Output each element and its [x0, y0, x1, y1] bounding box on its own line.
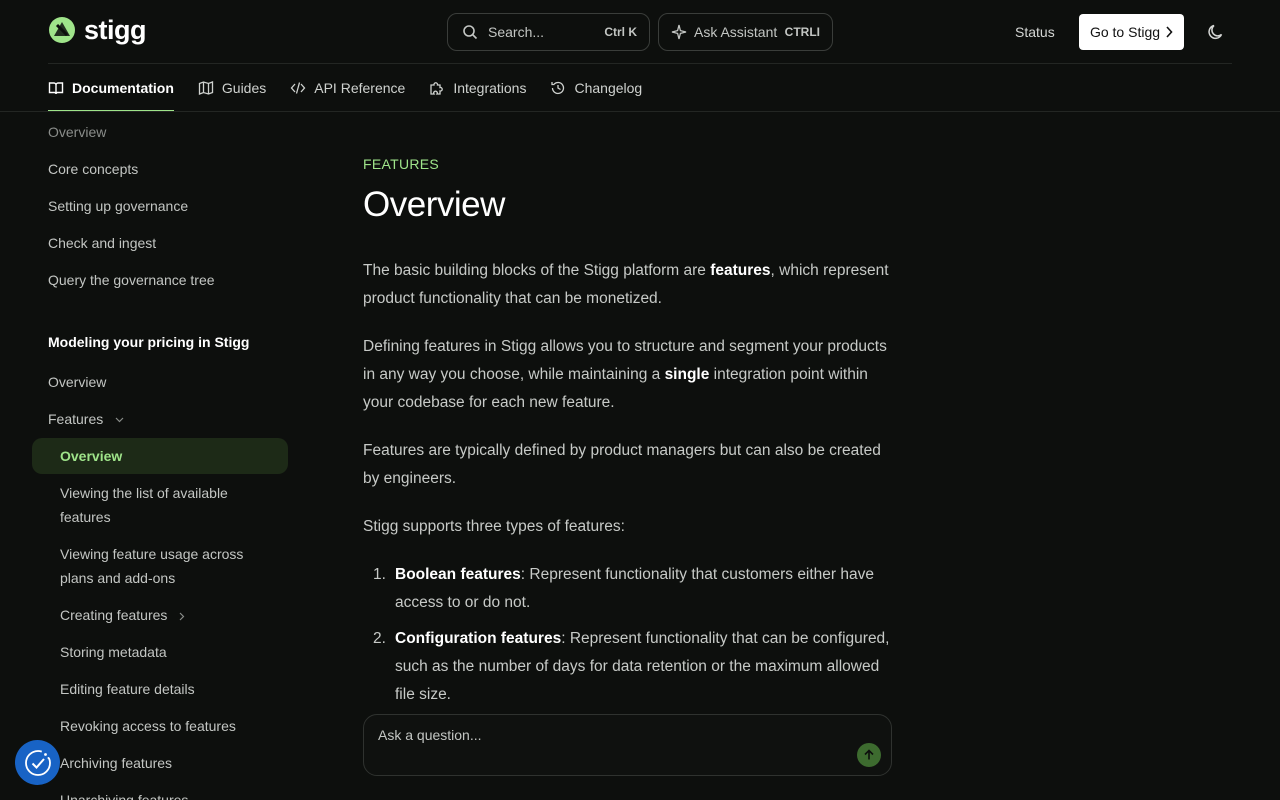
chevron-down-icon — [115, 417, 124, 423]
sidebar-item-setting-up-governance[interactable]: Setting up governance — [48, 194, 188, 218]
moon-icon[interactable] — [1207, 23, 1225, 41]
cookie-consent-button[interactable] — [15, 740, 60, 785]
paragraph-product-managers: Features are typically defined by produc… — [363, 442, 881, 487]
arrow-up-icon — [864, 749, 874, 760]
list-term: Configuration features — [395, 630, 562, 647]
map-icon — [198, 80, 214, 95]
page-title: Overview — [363, 185, 505, 224]
tab-integrations[interactable]: Integrations — [429, 64, 526, 111]
bold-term: single — [664, 366, 710, 383]
sidebar-section-heading: Modeling your pricing in Stigg — [48, 334, 250, 350]
chevron-right-icon — [1166, 26, 1173, 38]
code-icon — [290, 81, 306, 94]
sidebar-item-features-overview[interactable]: Overview — [32, 438, 288, 474]
tab-label: Integrations — [453, 79, 527, 96]
tab-guides[interactable]: Guides — [198, 64, 266, 111]
go-to-stigg-button[interactable]: Go to Stigg — [1079, 14, 1184, 50]
bold-term: features — [710, 262, 771, 279]
sidebar-item-query-governance-tree[interactable]: Query the governance tree — [48, 268, 215, 292]
puzzle-icon — [430, 81, 444, 95]
tab-label: Guides — [221, 79, 267, 96]
sidebar-item-creating-features[interactable]: Creating features — [60, 603, 260, 627]
sidebar-item-archiving-features[interactable]: Archiving features — [60, 751, 260, 775]
sidebar-item-label: Overview — [60, 448, 123, 464]
nav-tabs: Documentation Guides API Reference Integ… — [48, 64, 642, 111]
brand-name: stigg — [84, 15, 147, 45]
text-run: The basic building blocks of the Stigg p… — [363, 262, 711, 279]
sidebar-item-editing-feature-details[interactable]: Editing feature details — [60, 677, 260, 701]
sidebar-item-label: Creating features — [60, 607, 168, 623]
list-item: 2. Configuration features: Represent fun… — [363, 625, 893, 709]
assistant-shortcut: CTRLI — [784, 25, 820, 39]
go-to-stigg-label: Go to Stigg — [1089, 24, 1161, 40]
sidebar: Overview Core concepts Setting up govern… — [0, 112, 300, 800]
list-term: Boolean features — [395, 566, 521, 583]
ask-placeholder: Ask a question... — [378, 727, 482, 743]
ask-assistant-button[interactable]: Ask Assistant CTRLI — [658, 13, 833, 51]
tab-label: Documentation — [72, 79, 174, 96]
paragraph-defining-features: Defining features in Stigg allows you to… — [363, 333, 893, 417]
tab-label: Changelog — [574, 79, 643, 96]
ask-question-input[interactable]: Ask a question... — [363, 714, 892, 776]
tab-changelog[interactable]: Changelog — [550, 64, 642, 111]
sidebar-item-overview-top[interactable]: Overview — [48, 120, 106, 144]
sidebar-item-revoking-access[interactable]: Revoking access to features — [60, 714, 260, 738]
tab-api-reference[interactable]: API Reference — [290, 64, 405, 111]
list-number: 1. — [373, 566, 386, 583]
top-bar: stigg Search... Ctrl K Ask Assistant CTR… — [0, 0, 1280, 64]
send-button[interactable] — [857, 743, 881, 767]
section-eyebrow: FEATURES — [363, 156, 440, 172]
sidebar-item-viewing-list[interactable]: Viewing the list of available features — [60, 481, 260, 529]
sidebar-item-core-concepts[interactable]: Core concepts — [48, 157, 138, 181]
chevron-right-icon — [179, 612, 185, 621]
search-placeholder: Search... — [488, 24, 545, 40]
sparkle-icon — [671, 24, 687, 40]
brand-logo[interactable]: stigg — [48, 15, 147, 45]
status-link[interactable]: Status — [1015, 24, 1055, 40]
search-button[interactable]: Search... Ctrl K — [447, 13, 650, 51]
search-icon — [463, 25, 478, 40]
history-icon — [551, 81, 565, 94]
tab-label: API Reference — [314, 79, 406, 96]
sidebar-item-label: Features — [48, 411, 104, 427]
sidebar-item-check-and-ingest[interactable]: Check and ingest — [48, 231, 156, 255]
book-icon — [48, 81, 64, 94]
sidebar-item-storing-metadata[interactable]: Storing metadata — [60, 640, 260, 664]
search-shortcut: Ctrl K — [604, 25, 637, 39]
paragraph-feature-types: Stigg supports three types of features: — [363, 518, 625, 535]
list-item: 1. Boolean features: Represent functiona… — [363, 561, 893, 617]
paragraph-features-intro: The basic building blocks of the Stigg p… — [363, 257, 893, 313]
ask-assistant-label: Ask Assistant — [694, 24, 778, 40]
sidebar-item-viewing-usage[interactable]: Viewing feature usage across plans and a… — [60, 542, 260, 590]
cookie-settings-icon — [24, 749, 51, 776]
tab-documentation[interactable]: Documentation — [48, 64, 174, 111]
stigg-logo-icon — [49, 17, 75, 43]
sidebar-item-unarchiving-features[interactable]: Unarchiving features — [60, 788, 260, 800]
sidebar-item-features[interactable]: Features — [48, 407, 124, 431]
sidebar-item-modeling-overview[interactable]: Overview — [48, 370, 106, 394]
list-number: 2. — [373, 630, 386, 647]
